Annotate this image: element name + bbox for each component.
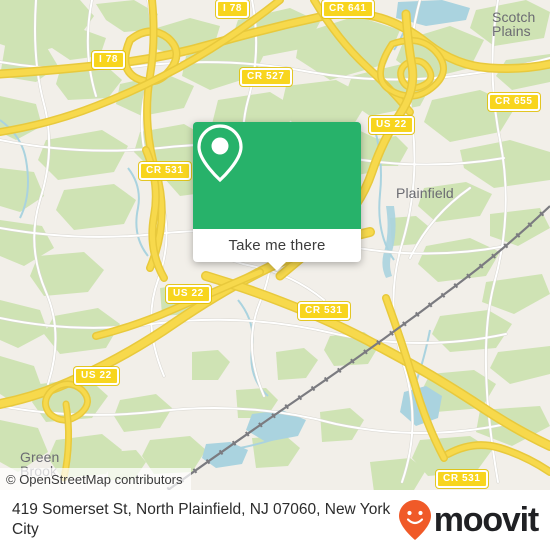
location-popup[interactable]: Take me there: [193, 122, 361, 271]
road-shield-cr-531-mid[interactable]: CR 531: [298, 302, 350, 320]
take-me-there-button[interactable]: Take me there: [193, 229, 361, 262]
road-shield-us-22-mid[interactable]: US 22: [166, 285, 211, 303]
map-attribution[interactable]: © OpenStreetMap contributors: [0, 468, 191, 490]
road-shield-cr-655[interactable]: CR 655: [488, 93, 540, 111]
map-canvas[interactable]: .g{fill:#cfe3b4} .w{fill:#aad3df} .wl{st…: [0, 0, 550, 490]
popup-pointer: [267, 261, 287, 271]
road-shield-cr-531-bottom[interactable]: CR 531: [436, 470, 488, 488]
road-shield-us-22-top[interactable]: US 22: [369, 116, 414, 134]
address-text: 419 Somerset St, North Plainfield, NJ 07…: [12, 501, 391, 538]
road-shield-cr-527[interactable]: CR 527: [240, 68, 292, 86]
road-shield-i-78-west[interactable]: I 78: [92, 51, 126, 69]
moovit-smiley-pin-icon: [398, 500, 431, 540]
road-shield-cr-531-left[interactable]: CR 531: [139, 162, 191, 180]
road-shield-i-78-north[interactable]: I 78: [216, 0, 250, 18]
moovit-logo[interactable]: moovit: [398, 499, 550, 541]
road-shield-us-22-lower[interactable]: US 22: [74, 367, 119, 385]
moovit-wordmark: moovit: [433, 501, 539, 539]
screenshot-root: .g{fill:#cfe3b4} .w{fill:#aad3df} .wl{st…: [0, 0, 550, 550]
popup-header: [193, 122, 361, 229]
attribution-text: © OpenStreetMap contributors: [6, 471, 183, 487]
location-pin-icon: [197, 124, 243, 183]
road-shield-cr-641[interactable]: CR 641: [322, 0, 374, 18]
footer-bar: 419 Somerset St, North Plainfield, NJ 07…: [0, 490, 550, 550]
